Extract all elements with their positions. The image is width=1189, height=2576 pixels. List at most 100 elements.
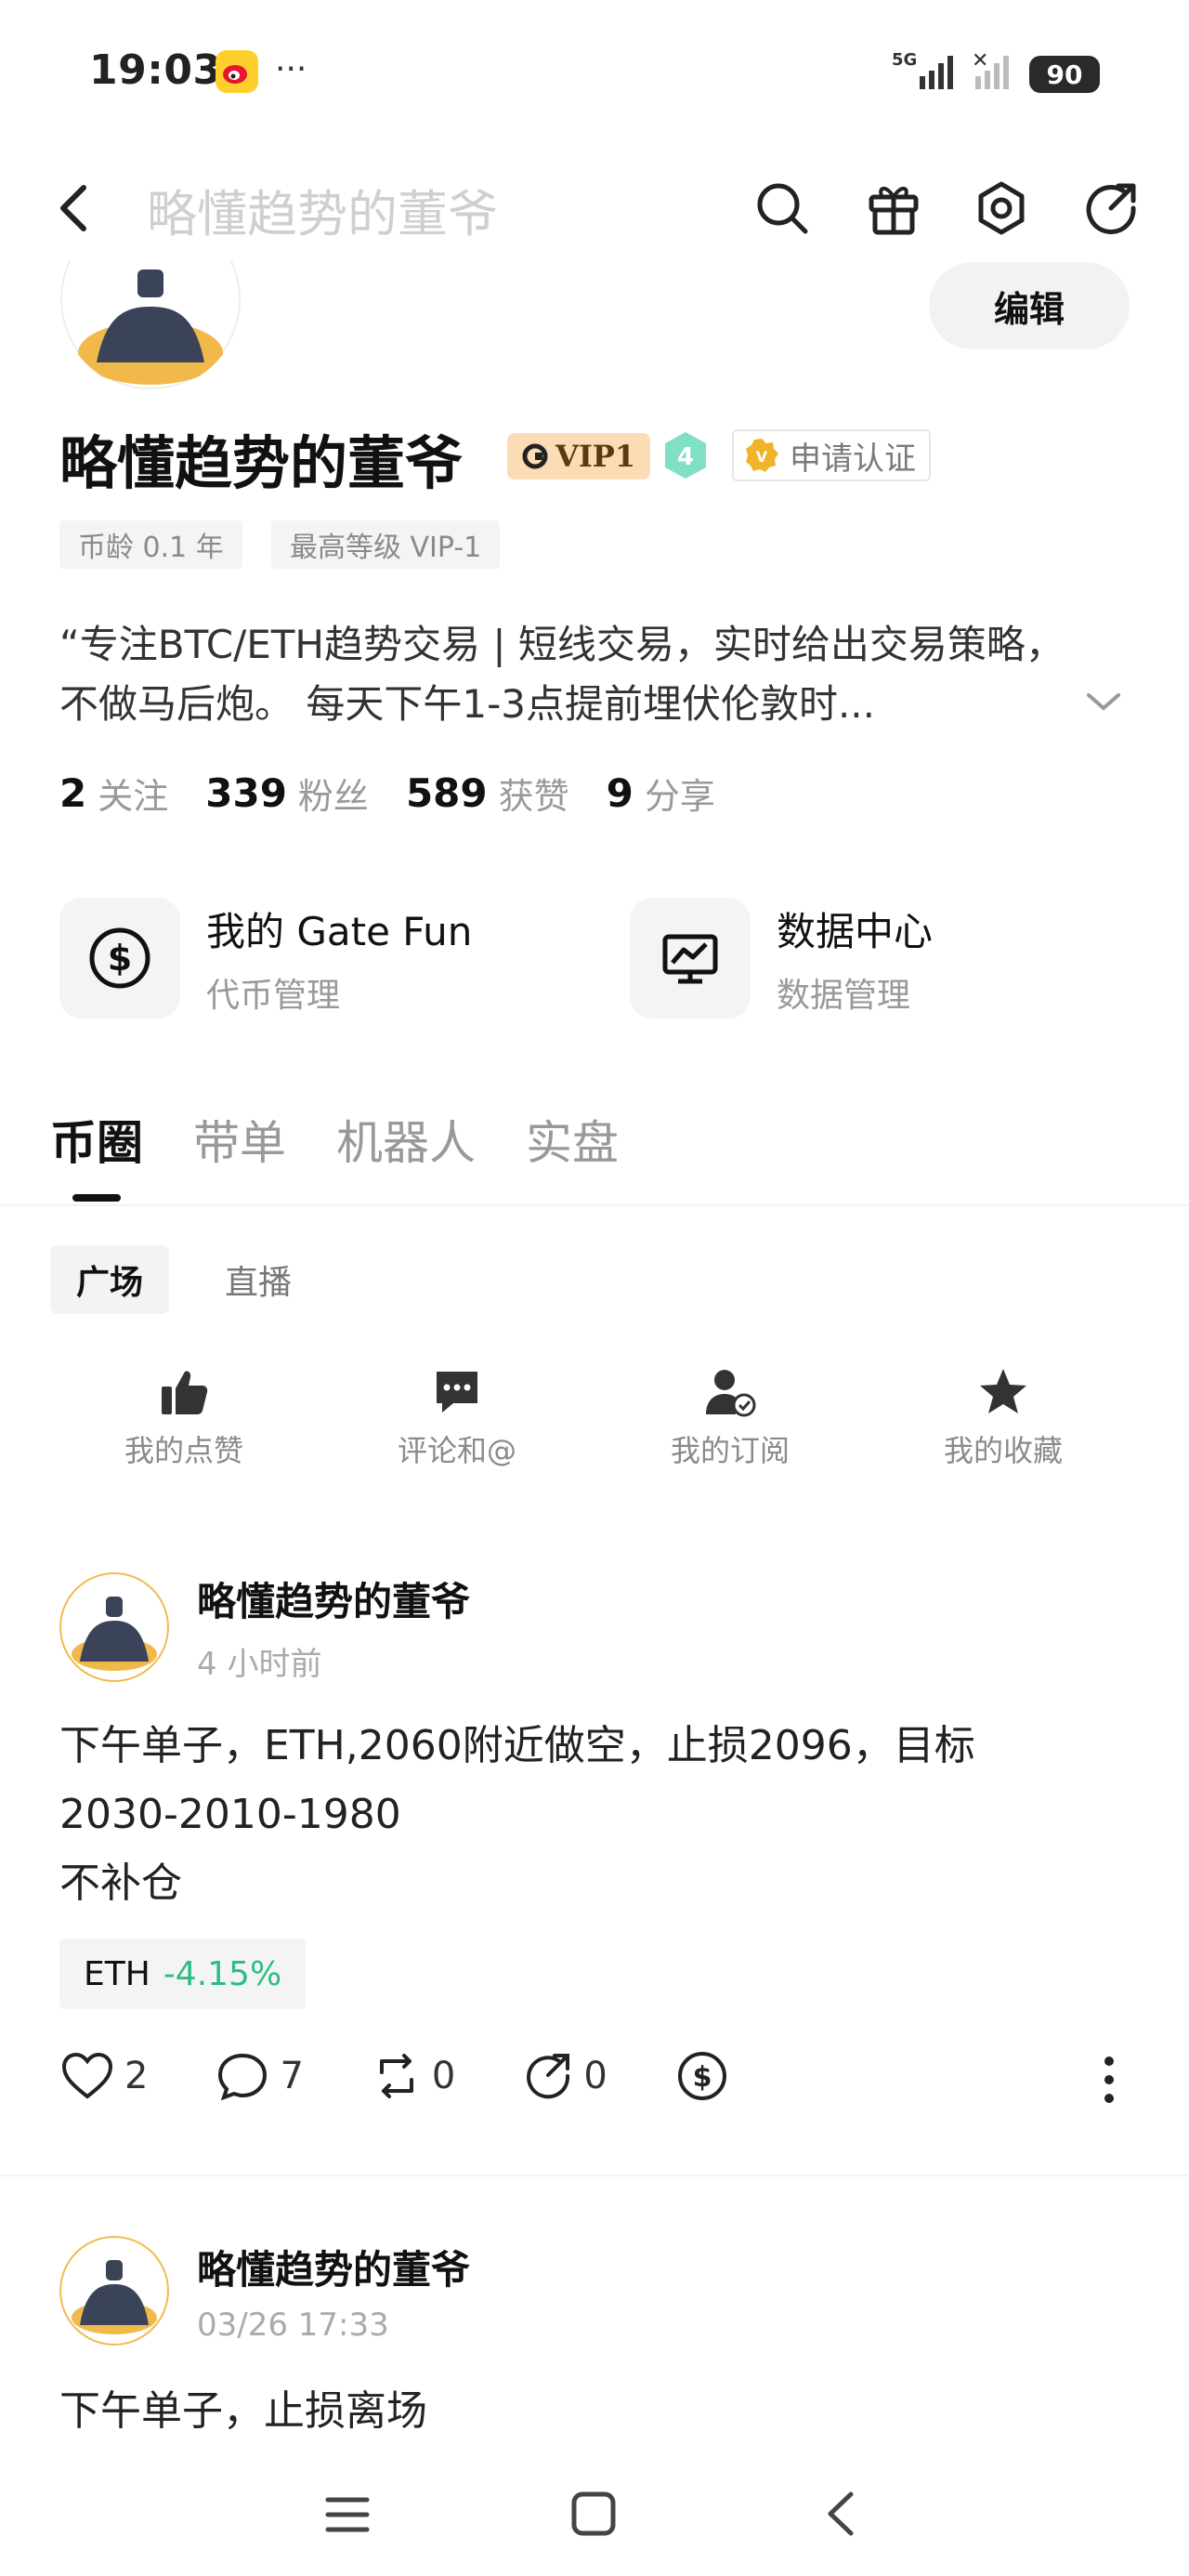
repost-button[interactable]: 0 [372,2052,455,2100]
post-header: 略懂趋势的董爷 03/26 17:33 [59,2236,470,2346]
post-actions: 2 7 0 0 $ [61,2050,797,2102]
following-count[interactable]: 2 [59,770,86,816]
quick-action-label: 我的订阅 [670,1433,790,1468]
more-notifications: ··· [275,50,307,88]
svg-text:5G: 5G [892,50,917,70]
heart-icon [61,2052,113,2099]
post-content[interactable]: 下午单子，止损离场 [59,2377,1137,2446]
comment-bubble-icon [218,2053,268,2100]
post-timestamp: 03/26 17:33 [197,2306,389,2344]
weibo-icon [216,50,258,93]
gate-fun-card[interactable]: $ 我的 Gate Fun 代币管理 [59,898,472,1019]
data-center-card[interactable]: 数据中心 数据管理 [630,898,933,1019]
svg-text:$: $ [692,2061,712,2094]
like-count: 2 [124,2055,149,2097]
search-button[interactable] [754,180,810,236]
dollar-circle-icon: $ [59,898,180,1019]
profile-bio[interactable]: “专注BTC/ETH趋势交易 | 短线交易，实时给出交易策略， 不做马后炮。 每… [59,615,1109,734]
card-title: 数据中心 [777,908,934,954]
quick-action-label: 我的点赞 [124,1433,243,1468]
status-bar: 19:03 ··· 5G ✕ 90 [0,0,1189,149]
tab-live-trading[interactable]: 实盘 [526,1106,619,1173]
menu-button[interactable] [325,2494,370,2539]
quick-action-label: 我的收藏 [943,1433,1063,1468]
coin-change: -4.15% [163,1954,282,1993]
user-check-icon [706,1370,756,1417]
system-back-button[interactable] [823,2491,856,2541]
level-number: 4 [677,443,694,471]
comment-count: 7 [280,2055,304,2097]
post-more-button[interactable] [1102,2056,1117,2108]
likes-count: 589 [405,770,488,816]
bio-line: “专注BTC/ETH趋势交易 | 短线交易，实时给出交易策略， [59,622,1065,667]
avatar[interactable] [59,2236,169,2346]
coin-tag[interactable]: ETH -4.15% [59,1939,307,2009]
system-nav-bar [0,2453,1189,2576]
gift-icon [869,187,919,235]
divider [0,2175,1189,2176]
post-line: 下午单子，止损离场 [59,2387,427,2435]
more-vertical-icon [1104,2057,1114,2103]
svg-text:$: $ [108,938,132,979]
share-button[interactable] [1083,180,1139,236]
chevron-down-icon [1087,693,1120,711]
tab-copy-trading[interactable]: 带单 [193,1106,286,1173]
coin-symbol: ETH [84,1954,150,1993]
svg-text:V: V [756,448,768,466]
home-button[interactable] [570,2491,617,2541]
svg-text:✕: ✕ [972,49,988,72]
following-label[interactable]: 关注 [98,768,168,819]
repost-count: 0 [431,2055,456,2097]
subtab-square[interactable]: 广场 [50,1245,170,1314]
gear-icon [978,181,1025,235]
max-level-tag: 最高等级 VIP-1 [271,520,501,569]
content-tabs: 币圈 带单 机器人 实盘 [50,1106,669,1173]
settings-button[interactable] [973,180,1029,236]
followers-label[interactable]: 粉丝 [298,768,369,819]
subtab-live[interactable]: 直播 [199,1245,318,1314]
avatar[interactable] [59,1572,169,1682]
post-timestamp: 4 小时前 [197,1646,322,1683]
tip-button[interactable]: $ [676,2050,728,2102]
bio-line: 不做马后炮。 每天下午1-3点提前埋伏伦敦时... [59,681,876,727]
tab-coin-circle[interactable]: 币圈 [50,1106,143,1173]
post-author[interactable]: 略懂趋势的董爷 [197,2239,470,2295]
chart-monitor-icon [630,898,751,1019]
level-badge[interactable]: 4 [660,429,712,481]
apply-verification-button[interactable]: V 申请认证 [732,429,931,481]
edit-profile-button[interactable]: 编辑 [929,262,1130,349]
battery-indicator: 90 [1029,56,1100,93]
followers-count[interactable]: 339 [205,770,287,816]
shares-count: 9 [606,770,634,816]
verified-badge-icon: V [746,439,778,472]
profile-name: 略懂趋势的董爷 [59,429,464,497]
my-likes-button[interactable]: 我的点赞 [91,1366,277,1470]
card-subtitle: 代币管理 [206,976,341,1015]
back-button[interactable] [52,182,97,234]
my-subscriptions-button[interactable]: 我的订阅 [637,1366,823,1470]
card-title: 我的 Gate Fun [206,908,473,954]
signal-icon: 5G ✕ [892,46,1022,97]
post-content[interactable]: 下午单子，ETH,2060附近做空，止损2096，目标 2030-2010-19… [59,1712,1137,1918]
coin-age-tag: 币龄 0.1 年 [59,520,242,569]
tab-bots[interactable]: 机器人 [336,1106,476,1173]
comment-button[interactable]: 7 [216,2052,304,2100]
comments-mentions-button[interactable]: 评论和@ [364,1366,550,1470]
vip-badge[interactable]: VIP1 [507,433,651,480]
expand-bio-button[interactable] [1083,688,1124,716]
verify-label: 申请认证 [790,440,916,478]
post-line: 2030-2010-1980 [59,1791,401,1838]
avatar[interactable] [59,260,242,390]
share-post-button[interactable]: 0 [524,2052,608,2100]
share-icon [527,2054,570,2099]
my-favorites-button[interactable]: 我的收藏 [910,1366,1096,1470]
dollar-circle-icon: $ [677,2052,726,2100]
gift-button[interactable] [866,180,921,236]
search-icon [757,183,808,234]
home-square-icon [571,2491,616,2536]
nav-title: 略懂趋势的董爷 [147,185,498,243]
thumbs-up-icon [162,1371,208,1414]
like-button[interactable]: 2 [61,2052,148,2100]
chevron-left-icon [828,2491,854,2536]
post-author[interactable]: 略懂趋势的董爷 [197,1571,470,1627]
